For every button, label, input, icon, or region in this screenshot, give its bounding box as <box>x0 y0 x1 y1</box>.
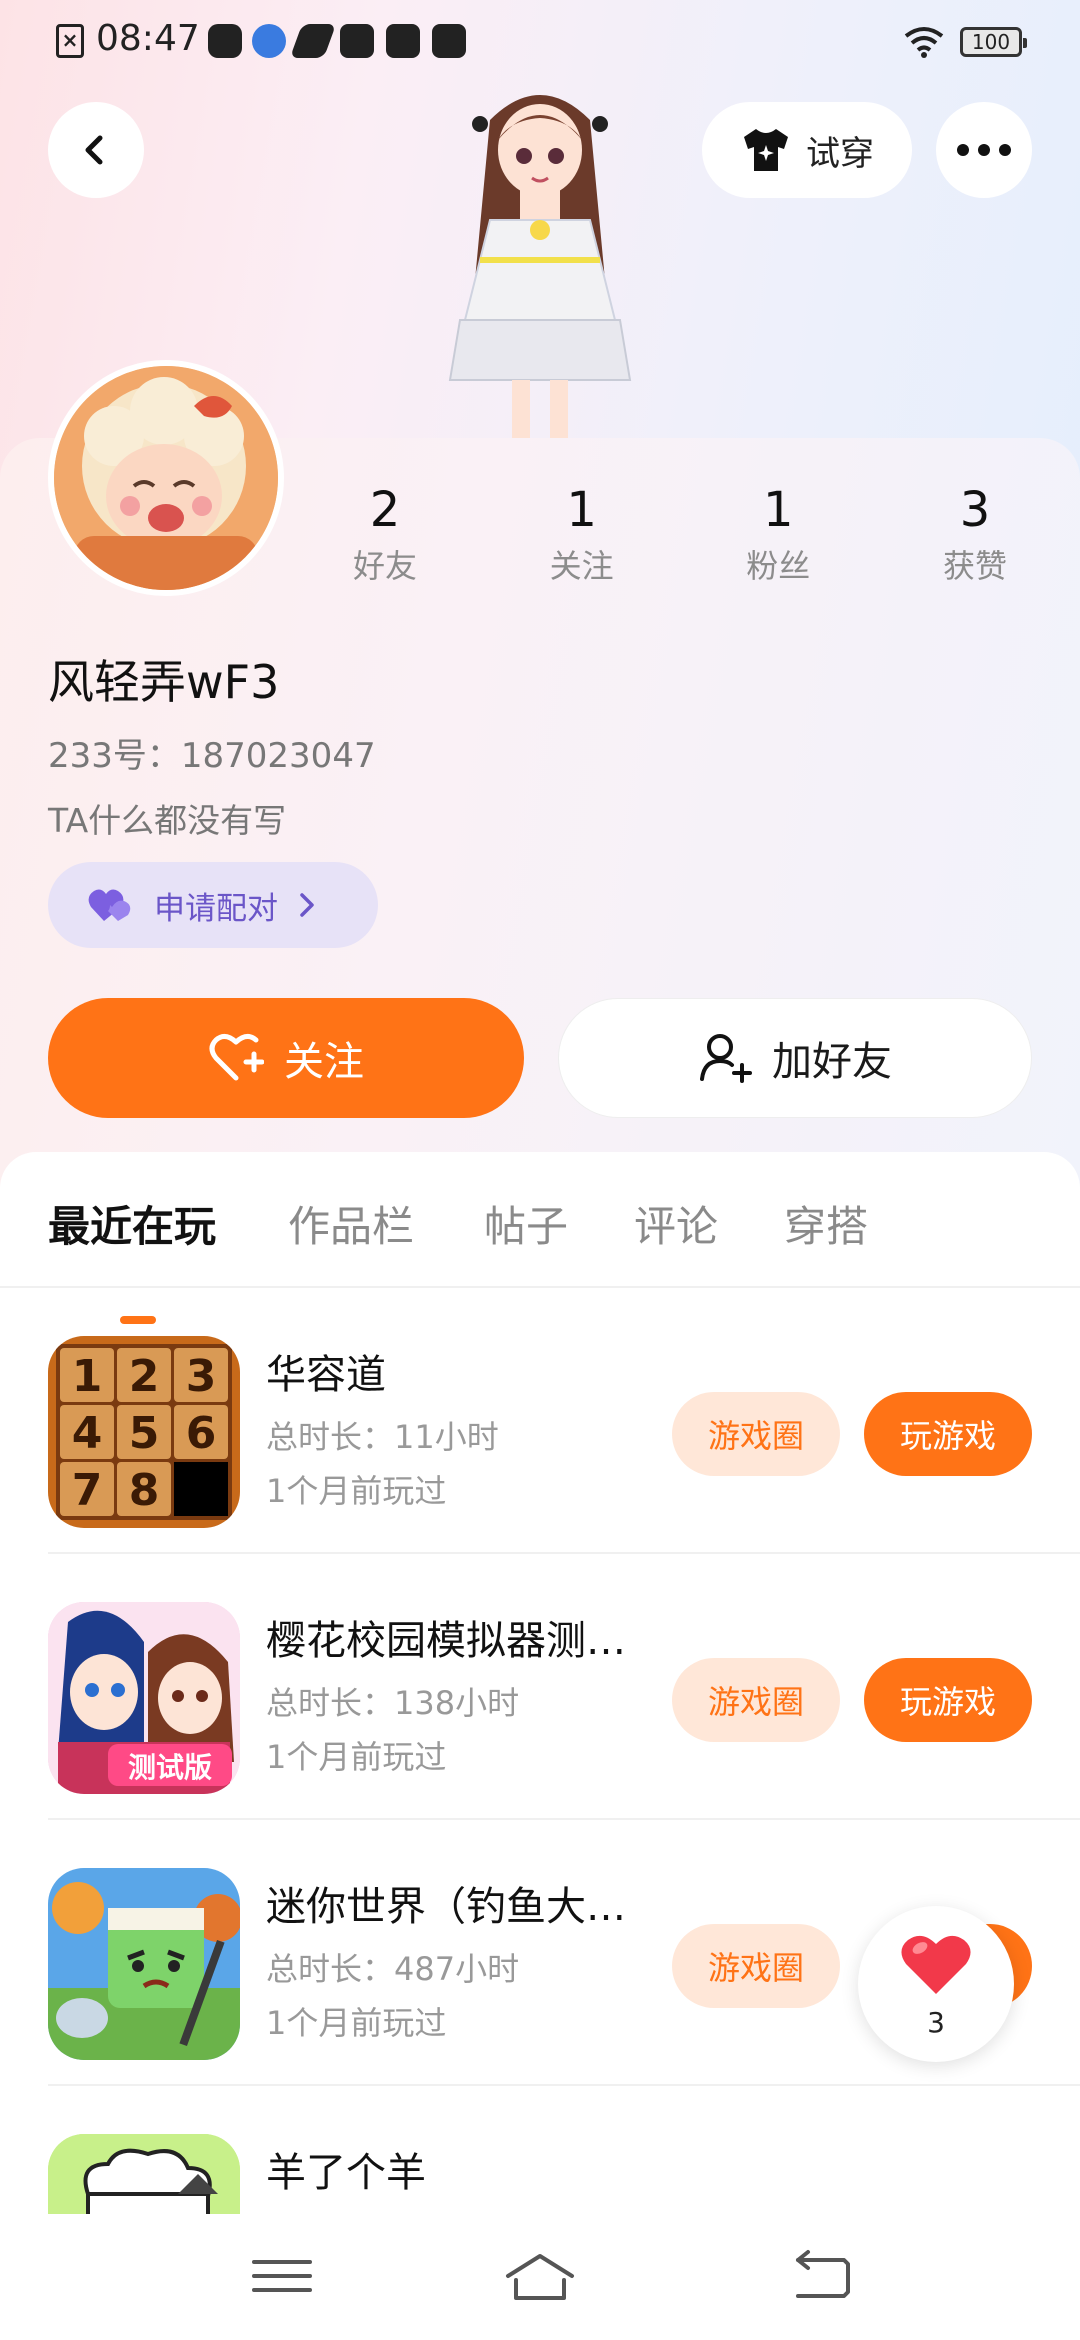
sheep-avatar-icon <box>54 366 278 590</box>
game-duration: 总时长：487小时 <box>266 1950 520 1988</box>
stat-fans[interactable]: 1 粉丝 <box>703 478 853 598</box>
stat-value: 3 <box>959 482 991 538</box>
status-time: 08:47 <box>96 18 200 59</box>
add-user-icon <box>700 1034 752 1083</box>
game-row[interactable]: 测试版 樱花校园模拟器测… 总时长：138小时 1个月前玩过 游戏圈 玩游戏 <box>0 1554 1080 1820</box>
stat-label: 关注 <box>549 547 614 585</box>
puzzle-tile: 6 <box>186 1408 217 1459</box>
wifi-icon <box>904 27 944 58</box>
puzzle-tile: 8 <box>129 1465 160 1516</box>
tab-comments[interactable]: 评论 <box>634 1192 718 1262</box>
tab-bar: 最近在玩 作品栏 帖子 评论 穿搭 <box>0 1192 1080 1324</box>
like-count: 3 <box>927 2006 945 2039</box>
game-icon-sakura-school[interactable]: 测试版 <box>48 1602 240 1794</box>
tab-outfits[interactable]: 穿搭 <box>784 1192 868 1262</box>
anime-characters-icon: 测试版 <box>48 1602 240 1794</box>
heart-plus-icon <box>209 1034 264 1081</box>
menu-icon[interactable] <box>242 2246 322 2306</box>
mail-icon <box>386 24 420 58</box>
back-button[interactable] <box>48 102 144 198</box>
home-icon[interactable] <box>500 2246 580 2306</box>
battery-indicator: 100 <box>960 27 1027 57</box>
puzzle-tile: 5 <box>129 1408 160 1459</box>
stat-label: 粉丝 <box>746 547 811 585</box>
game-duration: 总时长：11小时 <box>266 1418 499 1456</box>
tab-works[interactable]: 作品栏 <box>288 1192 414 1262</box>
game-name[interactable]: 华容道 <box>266 1342 646 1400</box>
try-on-label: 试穿 <box>806 133 874 174</box>
stat-label: 好友 <box>352 547 417 585</box>
game-name[interactable]: 羊了个羊 <box>266 2140 646 2198</box>
request-pair-button[interactable]: 申请配对 <box>48 862 378 948</box>
heart-icon <box>901 1935 971 1994</box>
card-icon <box>432 24 466 58</box>
test-version-badge: 测试版 <box>128 1751 212 1784</box>
stat-value: 1 <box>566 482 597 538</box>
game-row[interactable]: 1 2 3 4 5 6 7 8 华容道 总时长：11小时 1个月前玩过 游戏圈 … <box>0 1288 1080 1554</box>
puzzle-tile: 4 <box>72 1408 103 1459</box>
play-game-button[interactable]: 玩游戏 <box>864 1392 1032 1476</box>
number-puzzle-icon: 1 2 3 4 5 6 7 8 <box>48 1336 240 1528</box>
character-avatar[interactable] <box>420 80 660 440</box>
tab-posts[interactable]: 帖子 <box>484 1192 568 1262</box>
user-id: 233号：187023047 <box>48 736 376 776</box>
tshirt-icon <box>744 129 788 171</box>
back-nav-icon[interactable] <box>784 2246 864 2306</box>
mail-icon <box>340 24 374 58</box>
follow-button[interactable]: 关注 <box>48 998 524 1118</box>
chevron-left-icon <box>85 135 103 165</box>
like-float-button[interactable]: 3 <box>858 1906 1014 2062</box>
double-heart-icon <box>88 889 131 921</box>
chevron-right-icon <box>300 893 314 917</box>
stat-label: 获赞 <box>942 547 1007 585</box>
stat-value: 2 <box>369 482 401 538</box>
username: 风轻弄wF3 <box>48 655 280 709</box>
game-duration: 总时长：138小时 <box>266 1684 520 1722</box>
status-bar: × 08:47 100 <box>0 0 1080 84</box>
add-friend-button[interactable]: 加好友 <box>558 998 1032 1118</box>
play-game-button[interactable]: 玩游戏 <box>864 1658 1032 1742</box>
game-circle-button[interactable]: 游戏圈 <box>672 1924 840 2008</box>
stat-following[interactable]: 1 关注 <box>507 478 657 598</box>
app-notification-icon <box>208 24 242 58</box>
more-button[interactable] <box>936 102 1032 198</box>
follow-label: 关注 <box>284 1039 364 1085</box>
game-name[interactable]: 迷你世界（钓鱼大… <box>266 1874 646 1932</box>
tab-recently-played[interactable]: 最近在玩 <box>48 1192 216 1262</box>
profile-stats: 2 好友 1 关注 1 粉丝 3 获赞 <box>310 478 1050 598</box>
user-avatar[interactable] <box>48 360 284 596</box>
puzzle-tile: 7 <box>72 1465 103 1516</box>
puzzle-tile: 2 <box>129 1351 160 1402</box>
game-last-played: 1个月前玩过 <box>266 1472 447 1510</box>
puzzle-tile: 3 <box>186 1351 217 1402</box>
stat-value: 1 <box>763 482 794 538</box>
profile-screen: × 08:47 100 试穿 2 好友 1 关注 1 粉丝 3 获赞 风轻弄wF… <box>0 0 1080 2340</box>
add-friend-label: 加好友 <box>772 1039 892 1085</box>
user-bio: TA什么都没有写 <box>48 801 287 840</box>
content-panel: 最近在玩 作品栏 帖子 评论 穿搭 1 2 3 4 5 6 7 8 华容道 总时… <box>0 1152 1080 2340</box>
game-icon-huarongdao[interactable]: 1 2 3 4 5 6 7 8 <box>48 1336 240 1528</box>
try-on-button[interactable]: 试穿 <box>702 102 912 198</box>
stat-likes[interactable]: 3 获赞 <box>900 478 1050 598</box>
block-character-icon <box>48 1868 240 2060</box>
game-icon-mini-world[interactable] <box>48 1868 240 2060</box>
notification-close-icon: × <box>56 24 84 58</box>
game-name[interactable]: 樱花校园模拟器测… <box>266 1608 646 1666</box>
request-pair-label: 申请配对 <box>154 890 278 927</box>
stat-friends[interactable]: 2 好友 <box>310 478 460 598</box>
game-circle-button[interactable]: 游戏圈 <box>672 1392 840 1476</box>
puzzle-tile: 1 <box>72 1351 103 1402</box>
app-notification-icon <box>289 24 337 58</box>
game-last-played: 1个月前玩过 <box>266 2004 447 2042</box>
app-notification-icon <box>252 24 286 58</box>
system-nav-bar <box>0 2214 1080 2340</box>
game-circle-button[interactable]: 游戏圈 <box>672 1658 840 1742</box>
more-dots-icon <box>957 144 1011 156</box>
game-last-played: 1个月前玩过 <box>266 1738 447 1776</box>
